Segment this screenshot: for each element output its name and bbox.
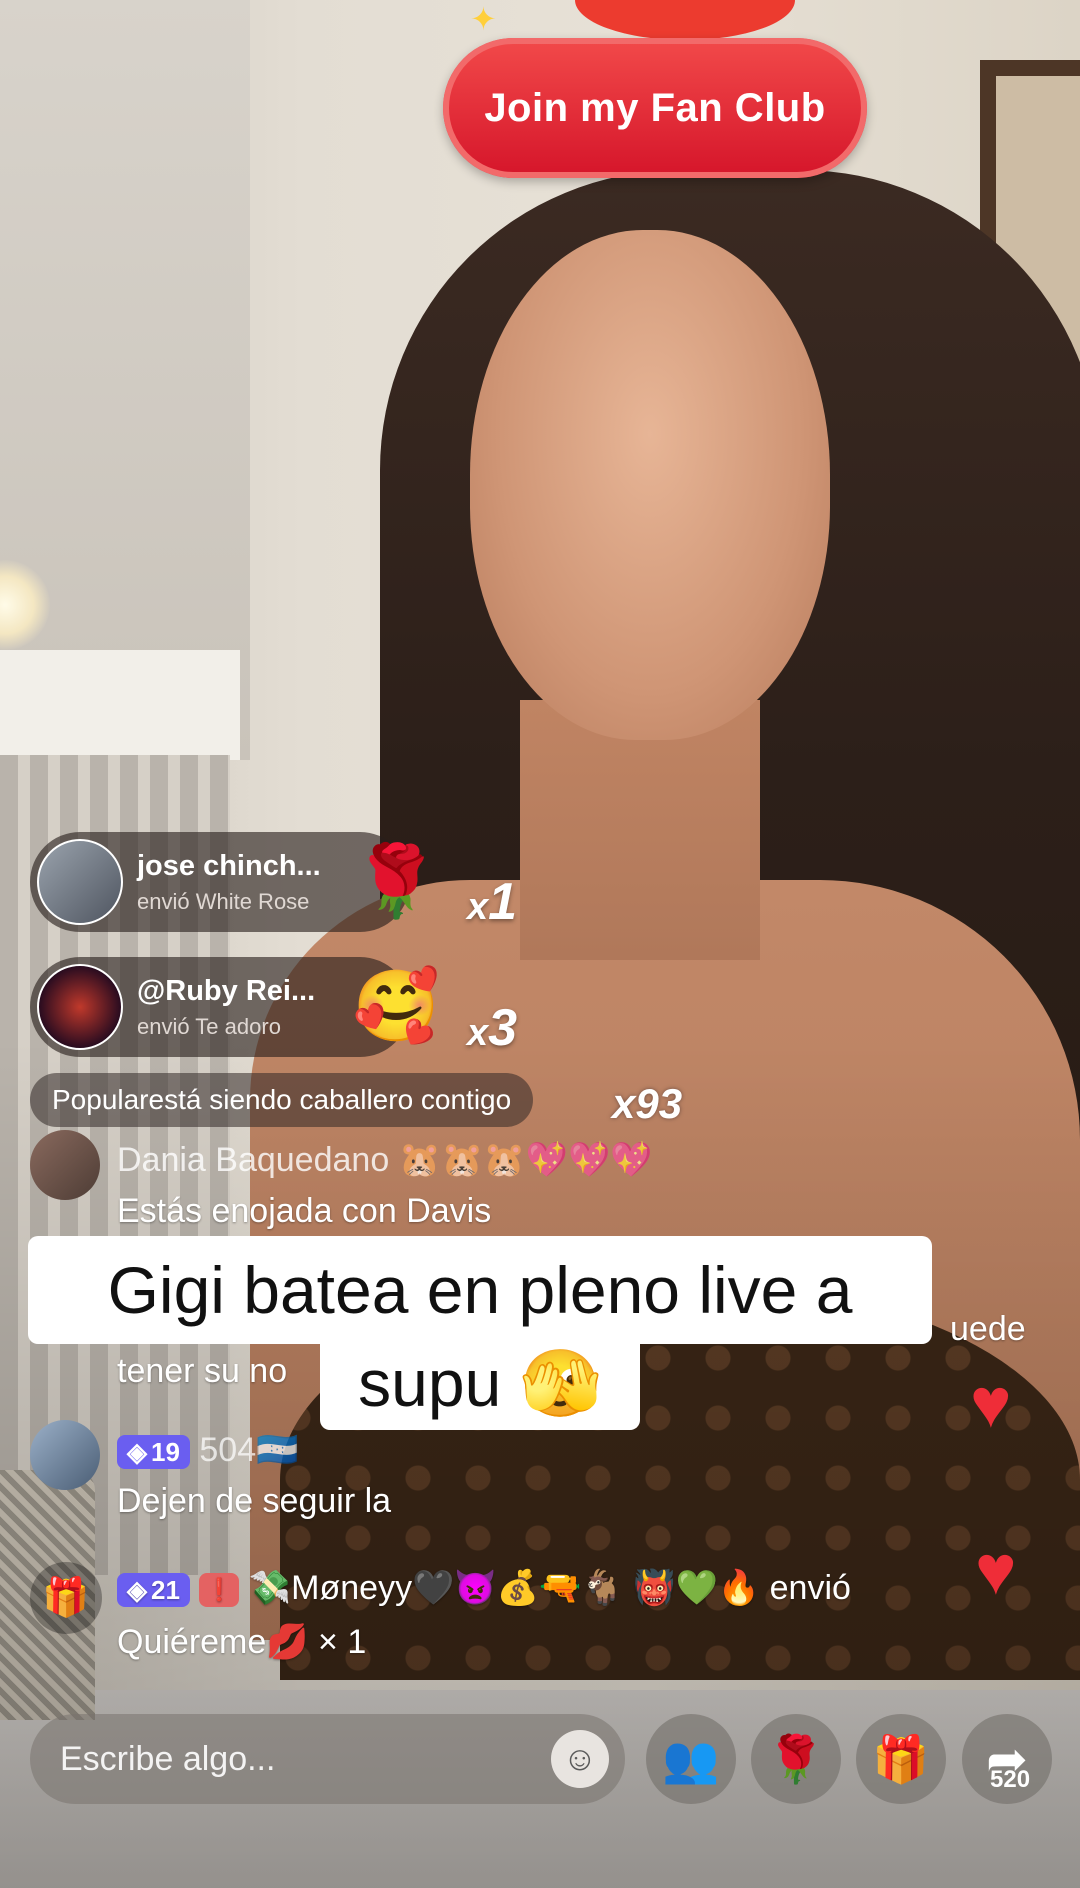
popular-banner: Popular está siendo caballero contigo xyxy=(30,1073,534,1127)
gift-banner[interactable]: @Ruby Rei... envió Te adoro 🥰 xyxy=(30,957,440,1057)
rose-gift-icon[interactable]: 🌹 xyxy=(751,1714,841,1804)
heart-icon: ♥ xyxy=(970,1364,1012,1442)
diamond-icon: ◈ xyxy=(127,1574,147,1605)
popular-label: Popular xyxy=(52,1084,149,1115)
heart-icon: ♥ xyxy=(975,1531,1017,1609)
fan-badge: ❗ xyxy=(199,1573,240,1608)
comment-author[interactable]: ◈ 21 ❗ 💸Møneyy🖤👿💰🔫🐐 👹💚🔥 envió xyxy=(117,1568,851,1608)
comment-author[interactable]: ◈ 19 504🇭🇳 xyxy=(117,1430,298,1470)
comment-input-bar[interactable]: ☺ xyxy=(30,1714,625,1804)
level-badge: ◈ 21 xyxy=(117,1573,190,1608)
avatar[interactable] xyxy=(37,964,123,1050)
gift-box-icon[interactable]: 🎁 xyxy=(30,1562,102,1634)
video-caption: supu 🫣 xyxy=(320,1338,640,1430)
share-count: 520 xyxy=(990,1766,1031,1793)
multi-guest-icon[interactable]: 👥 xyxy=(646,1714,736,1804)
avatar[interactable] xyxy=(30,1420,100,1490)
gift-banner[interactable]: jose chinch... envió White Rose 🌹 xyxy=(30,832,440,932)
diamond-icon: ◈ xyxy=(127,1436,147,1467)
fan-club-button[interactable]: Join my Fan Club xyxy=(443,38,867,178)
popular-count: x93 xyxy=(612,1080,683,1127)
comment-text: Dejen de seguir la xyxy=(117,1482,392,1520)
comment-text: Estás enojada con Davis xyxy=(117,1192,492,1230)
comment-text: tener su no xyxy=(117,1352,288,1390)
level-badge: ◈ 19 xyxy=(117,1435,190,1470)
gift-sender-name: jose chinch... xyxy=(137,849,321,882)
gift-description: envió White Rose xyxy=(137,888,310,914)
heart-hug-icon: 🥰 xyxy=(352,967,440,1045)
comment-text: Quiéreme💋 × 1 xyxy=(117,1623,367,1661)
gift-description: envió Te adoro xyxy=(137,1013,281,1039)
gift-icon[interactable]: 🎁 xyxy=(856,1714,946,1804)
gift-sender-name: @Ruby Rei... xyxy=(137,974,316,1007)
avatar[interactable] xyxy=(30,1130,100,1200)
gift-count: x3 xyxy=(467,999,518,1057)
comment-text: uede xyxy=(950,1310,1026,1348)
gift-count: x1 xyxy=(467,873,518,931)
video-caption: Gigi batea en pleno live a xyxy=(28,1236,932,1344)
emoji-icon[interactable]: ☺ xyxy=(551,1730,609,1788)
sparkle-icon: ✦ xyxy=(470,1,497,37)
comment-input[interactable] xyxy=(30,1738,551,1780)
avatar[interactable] xyxy=(37,839,123,925)
comment-author[interactable]: Dania Baquedano 🐹🐹🐹💖💖💖 xyxy=(117,1140,653,1180)
white-rose-icon: 🌹 xyxy=(352,842,440,920)
fan-club-label: Join my Fan Club xyxy=(484,85,826,130)
popular-text: está siendo caballero contigo xyxy=(148,1084,512,1115)
